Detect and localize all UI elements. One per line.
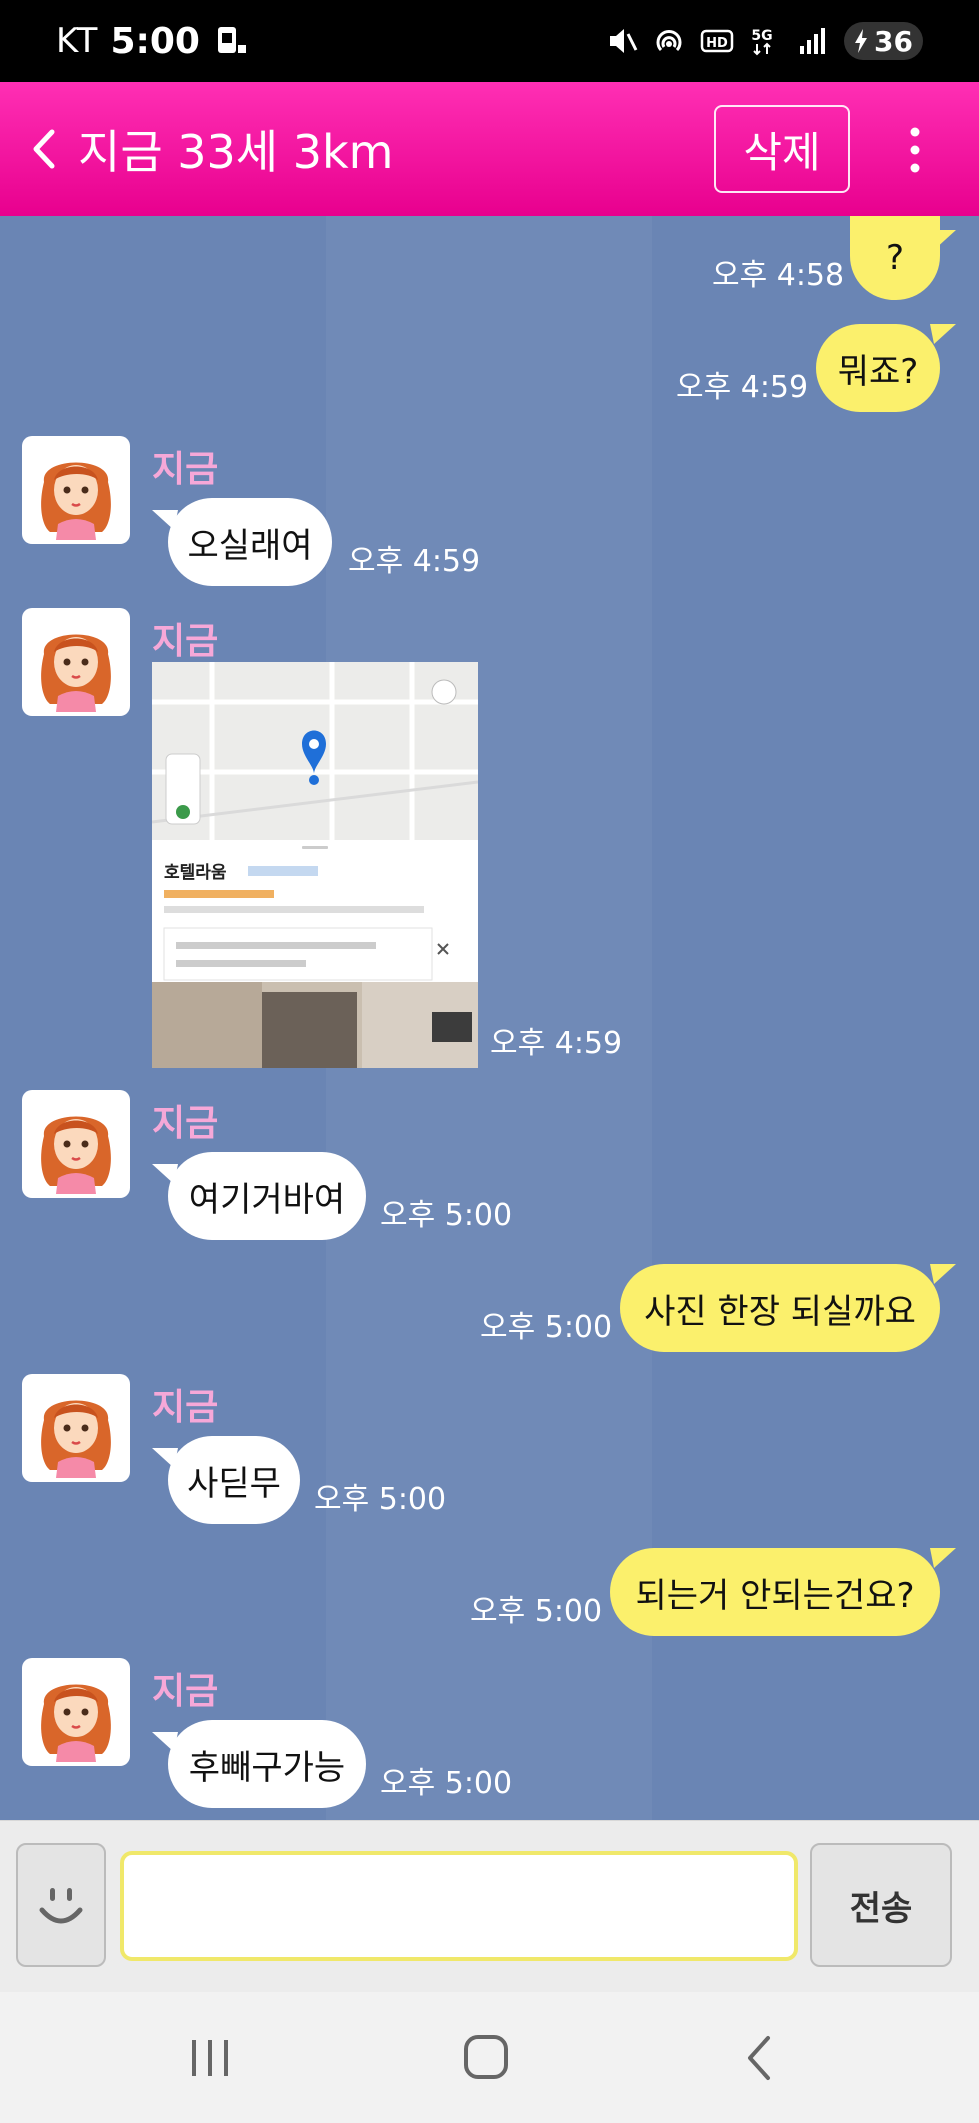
battery-level: 36 — [874, 24, 913, 58]
back-icon[interactable] — [730, 2030, 790, 2086]
my-message-bubble: 뭐죠? — [816, 324, 940, 412]
sender-name: 지금 — [152, 1387, 219, 1428]
message-text: 여기거바여 — [188, 1179, 346, 1220]
avatar-girl-icon — [41, 634, 111, 712]
emoji-button[interactable] — [16, 1843, 106, 1967]
chat-header: 지금 33세 3km 삭제 — [0, 82, 979, 216]
charging-icon — [855, 29, 868, 53]
my-message-bubble: 되는거 안되는건요? — [610, 1548, 940, 1636]
avatar-girl-icon — [41, 1684, 111, 1762]
svg-text:5G: 5G — [751, 28, 772, 44]
sender-name: 지금 — [152, 1103, 219, 1144]
mute-icon — [610, 29, 638, 53]
message-time: 오후 4:59 — [348, 544, 481, 579]
message-time: 오후 4:59 — [490, 1026, 623, 1061]
recent-apps-icon[interactable] — [180, 2030, 240, 2086]
hd-voice-icon: HD — [700, 29, 734, 53]
message-time: 오후 5:00 — [314, 1482, 447, 1517]
sender-name: 지금 — [152, 1671, 219, 1712]
message-text: 후빼구가능 — [188, 1747, 346, 1788]
message-input[interactable] — [120, 1851, 798, 1961]
hotspot-icon — [656, 30, 682, 52]
sender-name: 지금 — [152, 621, 219, 662]
more-options-icon[interactable] — [900, 122, 930, 178]
signal-icon — [800, 28, 826, 54]
carrier-label: KT — [56, 21, 99, 61]
message-text: 사진 한장 되실까요 — [644, 1291, 916, 1332]
clock: 5:00 — [110, 20, 200, 62]
bubble-tail — [930, 1548, 956, 1568]
message-time: 오후 5:00 — [380, 1198, 513, 1233]
system-navigation-bar — [0, 1992, 979, 2123]
message-time: 오후 5:00 — [470, 1594, 603, 1629]
status-bar: KT 5:00 HD 5G 36 — [0, 0, 979, 82]
battery-indicator: 36 — [844, 22, 923, 60]
back-arrow-icon[interactable] — [26, 124, 60, 174]
status-icons: HD 5G 36 — [604, 22, 923, 60]
avatar-girl-icon — [41, 1116, 111, 1194]
message-text: 되는거 안되는건요? — [635, 1575, 915, 1616]
message-text: 뭐죠? — [837, 351, 919, 392]
avatar-girl-icon — [41, 462, 111, 540]
sim-card-icon — [217, 27, 246, 53]
avatar[interactable] — [22, 1658, 130, 1766]
send-button[interactable]: 전송 — [810, 1843, 952, 1967]
message-text: ? — [885, 238, 905, 278]
sender-name: 지금 — [152, 449, 219, 490]
message-time: 오후 4:59 — [676, 370, 809, 405]
message-input-bar: 전송 — [0, 1820, 979, 1992]
bubble-tail — [930, 1264, 956, 1284]
their-message-bubble: 후빼구가능 — [168, 1720, 366, 1808]
avatar[interactable] — [22, 436, 130, 544]
map-place-name: 호텔라움 — [164, 863, 227, 883]
smiley-icon — [39, 1888, 83, 1924]
bubble-tail — [930, 230, 956, 250]
chat-area[interactable]: 오후 4:58 ? 오후 4:59 뭐죠? 지금 오실래여 오후 4:59 지금… — [0, 216, 979, 1820]
message-text: 오실래여 — [187, 525, 313, 566]
chat-title: 지금 33세 3km — [78, 125, 394, 179]
delete-button[interactable]: 삭제 — [714, 105, 850, 193]
their-message-bubble: 오실래여 — [168, 498, 332, 586]
their-message-bubble: 여기거바여 — [168, 1152, 366, 1240]
5g-icon: 5G — [751, 28, 773, 56]
avatar[interactable] — [22, 1374, 130, 1482]
shared-map-image[interactable]: 호텔라움 — [152, 662, 478, 1068]
avatar[interactable] — [22, 1090, 130, 1198]
message-time: 오후 5:00 — [480, 1310, 613, 1345]
svg-text:HD: HD — [706, 36, 728, 51]
their-message-bubble: 사딛무 — [168, 1436, 300, 1524]
message-time: 오후 5:00 — [380, 1766, 513, 1801]
home-icon[interactable] — [456, 2030, 516, 2086]
message-time: 오후 4:58 — [712, 258, 845, 293]
my-message-bubble: 사진 한장 되실까요 — [620, 1264, 940, 1352]
avatar[interactable] — [22, 608, 130, 716]
map-screenshot: 호텔라움 — [152, 662, 478, 1068]
my-message-bubble: ? — [850, 216, 940, 300]
avatar-girl-icon — [41, 1400, 111, 1478]
bubble-tail — [930, 324, 956, 344]
message-text: 사딛무 — [187, 1463, 281, 1504]
